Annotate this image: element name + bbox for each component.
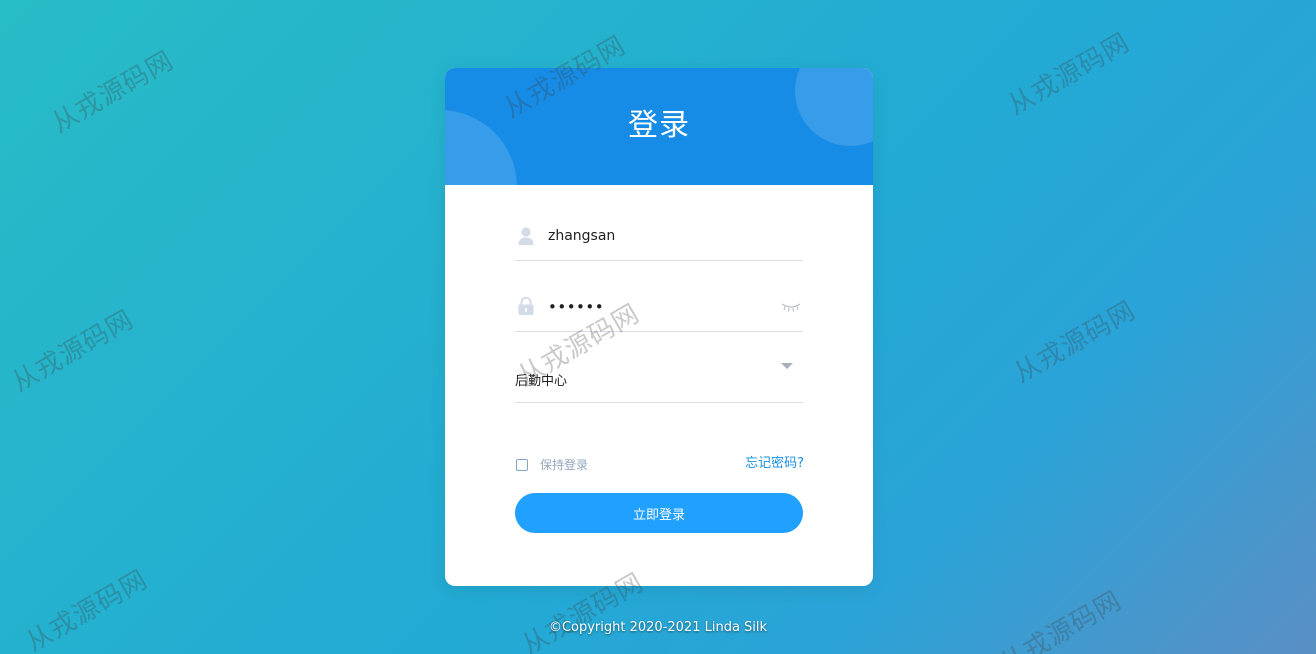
username-field[interactable]: zhangsan [515,220,803,261]
watermark: 从戎源码网 [21,564,153,654]
keep-login-label: 保持登录 [540,458,589,472]
lock-icon [518,296,534,315]
keep-login-checkbox[interactable] [516,458,528,471]
watermark: 从戎源码网 [1009,295,1141,390]
password-field[interactable]: •••••• [515,290,803,332]
caret-down-icon[interactable] [781,363,793,369]
department-select[interactable]: 后勤中心 [515,360,803,403]
watermark: 从戎源码网 [995,585,1127,654]
login-button[interactable]: 立即登录 [515,493,803,533]
watermark: 从戎源码网 [7,304,139,399]
department-select-value: 后勤中心 [515,374,568,389]
login-title: 登录 [628,108,690,143]
watermark: 从戎源码网 [1003,27,1135,122]
login-card: 登录 zhangsan •••••• 后勤中心 保持登录 忘记密码? 立即登录 [445,68,873,586]
forgot-password-link[interactable]: 忘记密码? [745,452,804,471]
username-input[interactable]: zhangsan [548,226,615,246]
login-header: 登录 [445,68,873,185]
eye-closed-icon[interactable] [781,302,801,312]
watermark: 从戎源码网 [47,45,179,140]
user-icon [518,227,534,245]
copyright-footer: ©Copyright 2020-2021 Linda Silk [548,620,768,635]
keep-login[interactable]: 保持登录 [516,456,588,473]
password-input[interactable]: •••••• [548,297,604,317]
